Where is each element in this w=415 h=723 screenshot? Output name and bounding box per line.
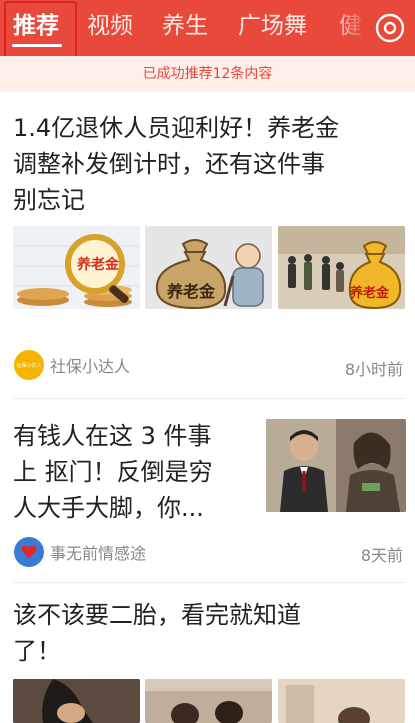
more-channels-button[interactable] xyxy=(370,8,410,48)
source-name: 事无前情感途 xyxy=(50,544,147,563)
tab-square-dance[interactable]: 广场舞 xyxy=(238,9,307,43)
article-thumbnail xyxy=(13,679,140,723)
article-thumbnail: 养老金 xyxy=(278,226,405,309)
article-thumbnail: 养老金 xyxy=(145,226,272,309)
article-time: 8天前 xyxy=(360,546,403,565)
article-time: 8小时前 xyxy=(344,360,403,379)
source-avatar-text: 社保小达人 xyxy=(16,362,42,369)
title-line: 1.4亿退休人员迎利好！养老金 xyxy=(13,114,340,142)
title-line: 了！ xyxy=(13,637,61,665)
tab-video[interactable]: 视频 xyxy=(87,9,133,43)
source-name: 社保小达人 xyxy=(50,357,131,376)
article-source[interactable]: 社保小达人 社保小达人 xyxy=(14,350,130,380)
article-thumbnail: 养老金 xyxy=(13,226,140,309)
top-tab-bar: 推荐 视频 养生 广场舞 健 xyxy=(0,0,415,56)
heart-icon xyxy=(21,545,37,559)
title-line: 有钱人在这 3 件事 xyxy=(13,422,212,450)
article-title: 1.4亿退休人员迎利好！养老金 调整补发倒计时，还有这件事 别忘记 xyxy=(13,110,339,218)
article-item[interactable]: 有钱人在这 3 件事 上 抠门！反倒是穷 人大手大脚，你... 事无前情感途 8… xyxy=(0,399,415,582)
recommend-notice: 已成功推荐12条内容 xyxy=(0,56,415,92)
title-line: 人大手大脚，你... xyxy=(13,494,204,522)
circle-settings-icon xyxy=(375,13,405,43)
title-line: 该不该要二胎，看完就知道 xyxy=(13,601,301,629)
article-title: 该不该要二胎，看完就知道 了！ xyxy=(13,597,301,669)
active-tab-indicator xyxy=(12,44,62,47)
article-title: 有钱人在这 3 件事 上 抠门！反倒是穷 人大手大脚，你... xyxy=(13,418,263,526)
article-thumbnail xyxy=(278,679,405,723)
article-thumbnail xyxy=(145,679,272,723)
thumbnail-caption: 养老金 xyxy=(77,257,119,273)
article-item[interactable]: 1.4亿退休人员迎利好！养老金 调整补发倒计时，还有这件事 别忘记 养老金 养老… xyxy=(0,92,415,398)
source-avatar: 社保小达人 xyxy=(14,350,44,380)
source-avatar xyxy=(14,537,44,567)
article-item[interactable]: 该不该要二胎，看完就知道 了！ xyxy=(0,583,415,723)
tab-recommend[interactable]: 推荐 xyxy=(13,9,59,43)
thumbnail-caption: 养老金 xyxy=(350,286,390,301)
thumbnail-caption: 养老金 xyxy=(167,282,216,301)
tab-fade-overlay xyxy=(330,0,370,56)
title-line: 上 抠门！反倒是穷 xyxy=(13,458,213,486)
title-line: 别忘记 xyxy=(13,186,85,214)
title-line: 调整补发倒计时，还有这件事 xyxy=(13,150,325,178)
article-source[interactable]: 事无前情感途 xyxy=(14,537,146,567)
article-thumbnail xyxy=(266,419,406,512)
tab-health[interactable]: 养生 xyxy=(162,9,208,43)
